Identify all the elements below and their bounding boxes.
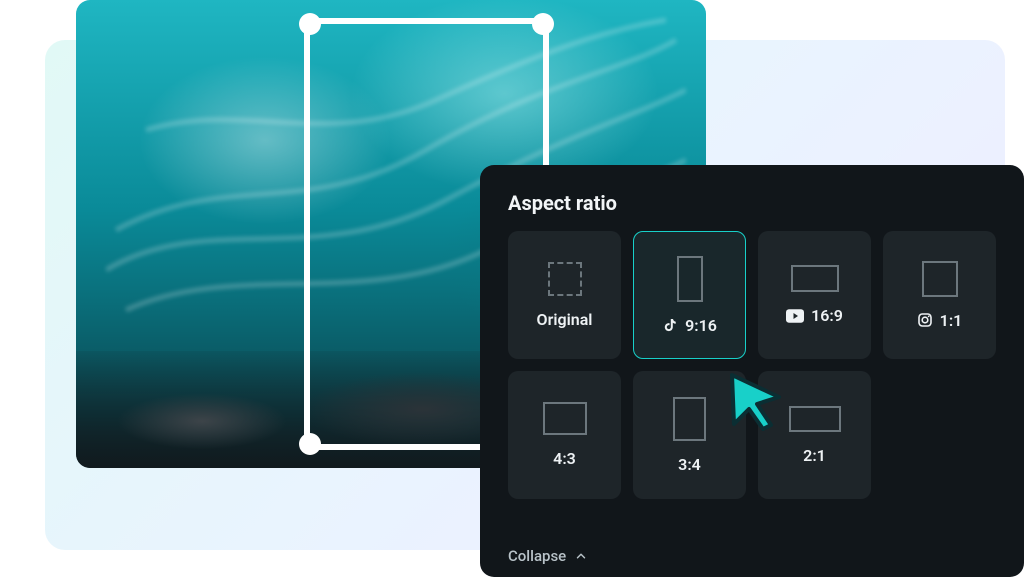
crop-handle-bottom-left[interactable] [299, 433, 321, 455]
ratio-option-1-1[interactable]: 1:1 [883, 231, 996, 359]
ratio-label-1-1: 1:1 [940, 311, 963, 330]
ratio-label-16-9: 16:9 [811, 306, 843, 325]
crop-handle-top-left[interactable] [299, 13, 321, 35]
ratio-label-9-16: 9:16 [685, 316, 717, 335]
ratio-label-3-4: 3:4 [678, 455, 701, 474]
panel-title: Aspect ratio [508, 191, 996, 215]
chevron-up-icon [574, 549, 588, 563]
tiktok-icon [662, 317, 678, 333]
ratio-option-2-1[interactable]: 2:1 [758, 371, 871, 499]
ratio-shape-3-4 [673, 397, 706, 441]
ratio-option-3-4[interactable]: 3:4 [633, 371, 746, 499]
ratio-shape-1-1 [922, 261, 958, 297]
ratio-label-original: Original [537, 310, 593, 329]
youtube-icon [786, 309, 804, 323]
aspect-ratio-panel: Aspect ratio Original 9:16 16: [480, 165, 1024, 577]
ratio-shape-4-3 [543, 402, 587, 435]
ratio-option-16-9[interactable]: 16:9 [758, 231, 871, 359]
aspect-ratio-grid-row1: Original 9:16 16:9 [508, 231, 996, 359]
ratio-shape-16-9 [791, 265, 839, 292]
ratio-option-4-3[interactable]: 4:3 [508, 371, 621, 499]
aspect-ratio-grid-row2: 4:3 3:4 2:1 [508, 371, 996, 499]
ratio-label-2-1: 2:1 [803, 446, 826, 465]
instagram-icon [917, 312, 933, 328]
ratio-shape-original [548, 262, 582, 296]
crop-handle-top-right[interactable] [532, 13, 554, 35]
ratio-shape-9-16 [677, 256, 703, 302]
collapse-button[interactable]: Collapse [508, 547, 588, 565]
collapse-label: Collapse [508, 547, 566, 565]
ratio-option-original[interactable]: Original [508, 231, 621, 359]
ratio-option-9-16[interactable]: 9:16 [633, 231, 746, 359]
ratio-shape-2-1 [789, 406, 841, 432]
ratio-label-4-3: 4:3 [553, 449, 576, 468]
